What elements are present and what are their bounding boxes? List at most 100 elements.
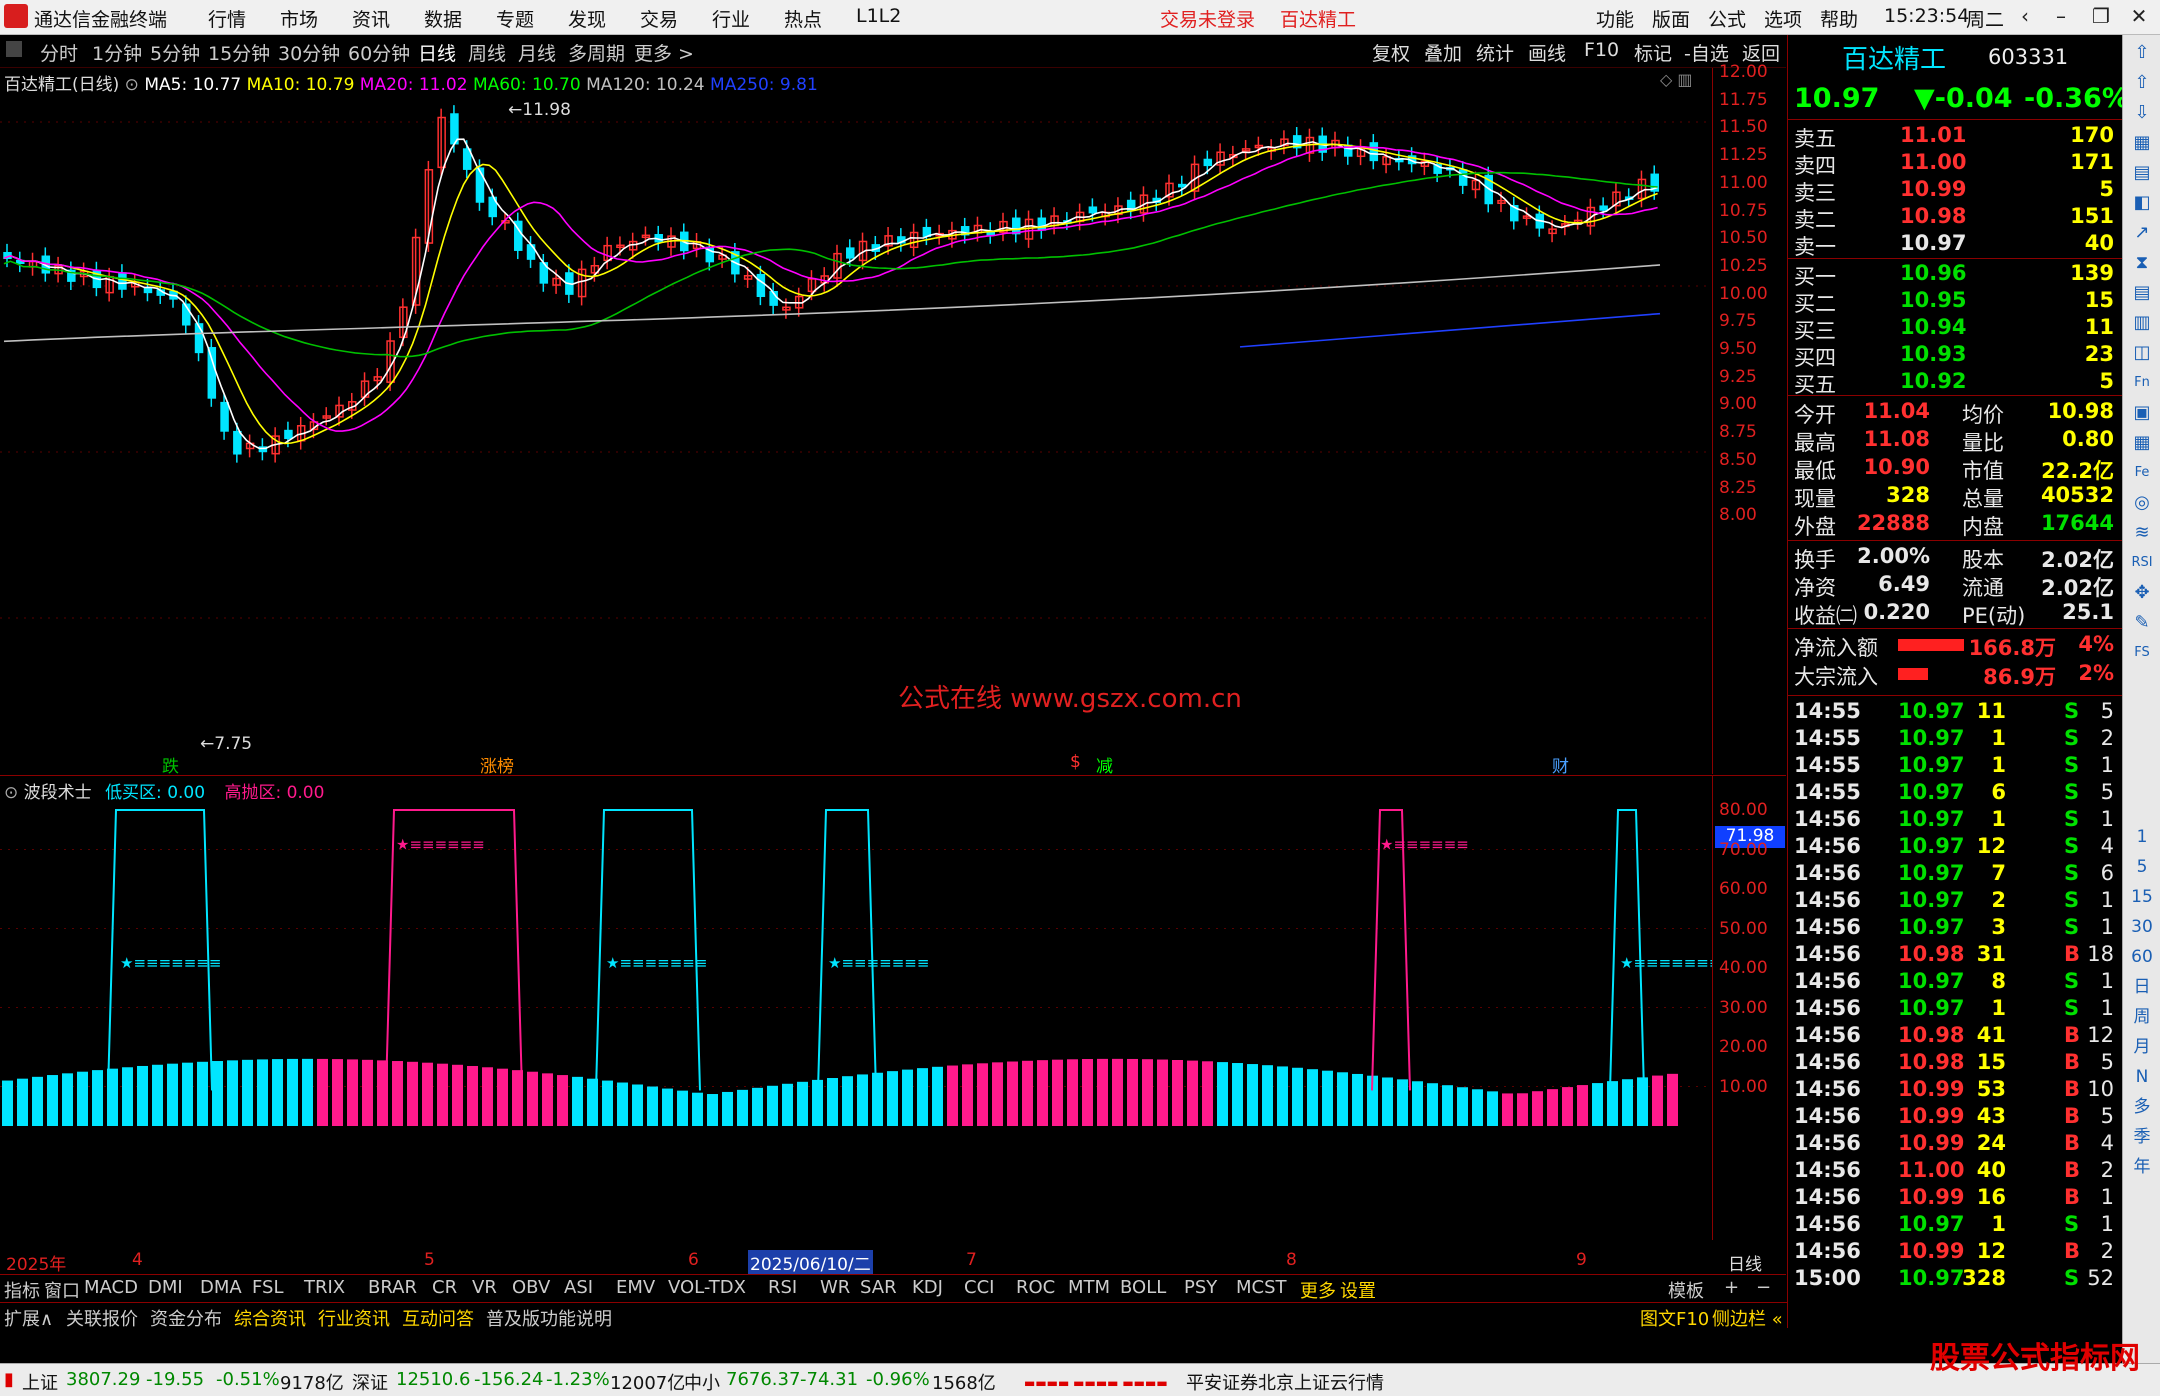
period-5min[interactable]: 5分钟 (150, 39, 200, 66)
event-tag-zhangbang[interactable]: 涨榜 (480, 752, 514, 777)
chart-options-icon[interactable]: ◇ ▥ (1660, 70, 1693, 89)
indicator-tab[interactable]: DMA (200, 1277, 242, 1298)
indicator-tab[interactable]: 窗口 (44, 1277, 80, 1303)
side-tool-icon[interactable]: ◎ (2129, 491, 2155, 515)
side-period-button[interactable]: 5 (2129, 855, 2155, 879)
tab-qa[interactable]: 互动问答 (402, 1305, 474, 1331)
indicator-tab[interactable]: BRAR (368, 1277, 417, 1298)
period-monthly[interactable]: 月线 (518, 39, 556, 66)
side-tool-icon[interactable]: Fe (2129, 461, 2155, 485)
indicator-settings-icon[interactable]: ⊙ (4, 783, 18, 803)
menu-l1l2[interactable]: L1L2 (856, 5, 901, 27)
diejia-button[interactable]: 叠加 (1424, 39, 1462, 66)
indicator-tab[interactable]: EMV (616, 1277, 655, 1298)
indicator-tab[interactable]: FSL (252, 1277, 284, 1298)
side-tool-icon[interactable]: ✥ (2129, 581, 2155, 605)
period-60min[interactable]: 60分钟 (348, 39, 410, 66)
side-tool-icon[interactable]: ▦ (2129, 131, 2155, 155)
side-period-button[interactable]: N (2129, 1065, 2155, 1089)
indicator-tab[interactable]: ROC (1016, 1277, 1055, 1298)
side-period-button[interactable]: 月 (2129, 1035, 2155, 1059)
add-pane-icon[interactable]: + (1724, 1277, 1739, 1298)
side-period-button[interactable]: 60 (2129, 945, 2155, 969)
side-period-button[interactable]: 周 (2129, 1005, 2155, 1029)
indicator-tab[interactable]: RSI (768, 1277, 797, 1298)
tab-expand[interactable]: 扩展∧ (4, 1305, 53, 1331)
menu-xuanxiang[interactable]: 选项 (1764, 5, 1802, 32)
back-icon[interactable]: ‹ (2010, 4, 2040, 28)
menu-hangqing[interactable]: 行情 (208, 5, 246, 32)
side-tool-icon[interactable]: ✎ (2129, 611, 2155, 635)
bid-row[interactable]: 买一 10.96 139 (1794, 261, 2116, 289)
template-button[interactable]: 模板 (1668, 1277, 1704, 1303)
period-more[interactable]: 更多 > (634, 39, 694, 66)
tab-feature-guide[interactable]: 普及版功能说明 (486, 1305, 612, 1331)
indicator-tab[interactable]: ASI (564, 1277, 593, 1298)
period-multi[interactable]: 多周期 (568, 39, 625, 66)
menu-hangye[interactable]: 行业 (712, 5, 750, 32)
bid-row[interactable]: 买四 10.93 23 (1794, 342, 2116, 370)
event-tag-cai[interactable]: 财 (1552, 752, 1569, 777)
menu-gongshi[interactable]: 公式 (1708, 5, 1746, 32)
indicator-tab[interactable]: 设置 (1340, 1277, 1376, 1303)
side-period-button[interactable]: 30 (2129, 915, 2155, 939)
side-tool-icon[interactable]: ⇩ (2129, 101, 2155, 125)
indicator-tab[interactable]: BOLL (1120, 1277, 1166, 1298)
side-tool-icon[interactable]: ▤ (2129, 161, 2155, 185)
indicator-tab[interactable]: PSY (1184, 1277, 1217, 1298)
ask-row[interactable]: 卖一 10.97 40 (1794, 231, 2116, 259)
indicator-tab[interactable]: MCST (1236, 1277, 1287, 1298)
status-sz-name[interactable]: 深证 (352, 1369, 388, 1395)
period-daily[interactable]: 日线 (418, 39, 456, 66)
close-icon[interactable]: ✕ (2124, 4, 2154, 28)
bid-row[interactable]: 买五 10.92 5 (1794, 369, 2116, 397)
indicator-tab[interactable]: 指标 (4, 1277, 40, 1303)
indicator-tab[interactable]: OBV (512, 1277, 550, 1298)
period-15min[interactable]: 15分钟 (208, 39, 270, 66)
indicator-tab[interactable]: CR (432, 1277, 457, 1298)
side-tool-icon[interactable]: ▣ (2129, 401, 2155, 425)
menu-redian[interactable]: 热点 (784, 5, 822, 32)
period-weekly[interactable]: 周线 (468, 39, 506, 66)
tab-sidebar[interactable]: 侧边栏 « (1712, 1305, 1783, 1331)
side-tool-icon[interactable]: RSI (2129, 551, 2155, 575)
ask-row[interactable]: 卖四 11.00 171 (1794, 150, 2116, 178)
indicator-tab[interactable]: MTM (1068, 1277, 1110, 1298)
tab-industry-news[interactable]: 行业资讯 (318, 1305, 390, 1331)
f10-button[interactable]: F10 (1584, 39, 1619, 61)
event-tag-die[interactable]: 跌 (162, 752, 179, 777)
menu-gongneng[interactable]: 功能 (1596, 5, 1634, 32)
side-tool-icon[interactable]: ▦ (2129, 431, 2155, 455)
ask-row[interactable]: 卖五 11.01 170 (1794, 123, 2116, 151)
side-tool-icon[interactable]: ↗ (2129, 221, 2155, 245)
menu-shuju[interactable]: 数据 (424, 5, 462, 32)
ma-settings-icon[interactable]: ⊙ (125, 75, 139, 95)
indicator-tab[interactable]: VOL-TDX (668, 1277, 746, 1298)
side-tool-icon[interactable]: ⇧ (2129, 41, 2155, 65)
menu-zixun[interactable]: 资讯 (352, 5, 390, 32)
period-1min[interactable]: 1分钟 (92, 39, 142, 66)
side-tool-icon[interactable]: ◧ (2129, 191, 2155, 215)
indicator-tab[interactable]: CCI (964, 1277, 994, 1298)
indicator-tab[interactable]: MACD (84, 1277, 138, 1298)
status-sh-name[interactable]: 上证 (22, 1369, 58, 1395)
side-tool-icon[interactable]: ▥ (2129, 311, 2155, 335)
tab-fund-distribution[interactable]: 资金分布 (150, 1305, 222, 1331)
status-broker[interactable]: 平安证券北京上证云行情 (1186, 1369, 1384, 1395)
menu-banmian[interactable]: 版面 (1652, 5, 1690, 32)
indicator-tab[interactable]: DMI (148, 1277, 183, 1298)
status-zx-name[interactable]: 中小 (684, 1369, 720, 1395)
menu-faxian[interactable]: 发现 (568, 5, 606, 32)
tab-general-news[interactable]: 综合资讯 (234, 1305, 306, 1331)
event-tag-jian[interactable]: 减 (1096, 752, 1113, 777)
side-tool-icon[interactable]: FS (2129, 641, 2155, 665)
indicator-tab[interactable]: VR (472, 1277, 497, 1298)
menu-shichang[interactable]: 市场 (280, 5, 318, 32)
remove-pane-icon[interactable]: − (1756, 1277, 1771, 1298)
indicator-tab[interactable]: TRIX (304, 1277, 345, 1298)
period-30min[interactable]: 30分钟 (278, 39, 340, 66)
bid-row[interactable]: 买三 10.94 11 (1794, 315, 2116, 343)
tab-f10-graphic[interactable]: 图文F10 (1640, 1305, 1709, 1331)
bid-row[interactable]: 买二 10.95 15 (1794, 288, 2116, 316)
side-tool-icon[interactable]: ⇧ (2129, 71, 2155, 95)
